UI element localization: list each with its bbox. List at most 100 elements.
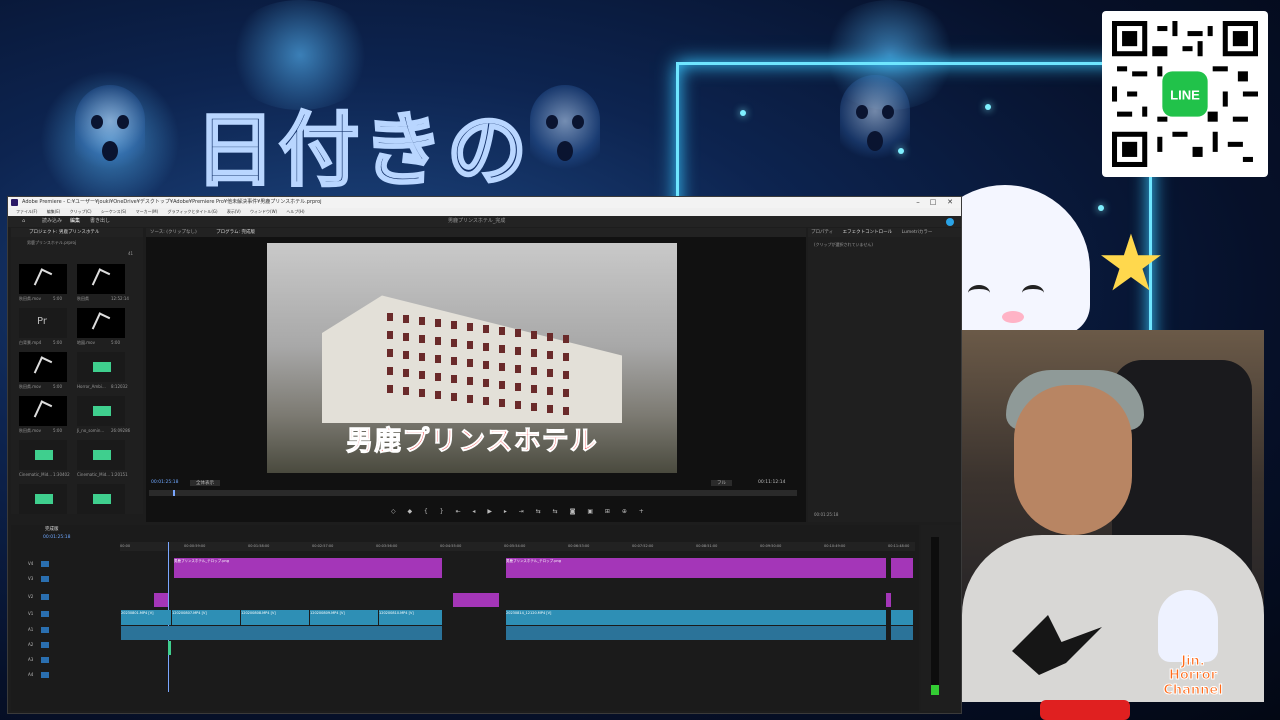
track-target-toggle[interactable] <box>41 642 50 648</box>
timeline-panel[interactable]: 完成版 00:01:25:18 00:00 00:00:59:00 00:01:58… <box>11 525 919 711</box>
building-window <box>419 371 425 379</box>
clip-v1-3[interactable]: 120200808.MP4 [V] <box>241 610 309 625</box>
effects-empty-message: (クリップが選択されていません) <box>814 242 873 247</box>
window-titlebar[interactable]: Adobe Premiere - C:¥ユーザー¥jouki¥OneDrive¥… <box>8 197 961 208</box>
clip-telop-1[interactable]: 男鹿プリンスホテル_テロップ.png <box>174 558 442 578</box>
project-item-thumbnail[interactable] <box>19 440 67 470</box>
project-panel[interactable]: プロジェクト: 男鹿プリンスホテル 男鹿プリンスホテル.prproj 41 秋田… <box>11 228 143 514</box>
clip-pink-strip[interactable] <box>154 593 168 607</box>
tab-import[interactable]: 読み込み <box>42 216 62 227</box>
building-window <box>435 391 441 399</box>
menu-file[interactable]: ファイル(F) <box>16 209 37 214</box>
menu-edit[interactable]: 編集(E) <box>47 209 61 214</box>
building-window <box>547 405 553 413</box>
tab-program[interactable]: プログラム: 完成版 <box>216 230 255 235</box>
track-header[interactable]: V1 <box>28 610 120 618</box>
project-item-duration: 26:09286 <box>111 428 131 433</box>
premiere-window[interactable]: Adobe Premiere - C:¥ユーザー¥jouki¥OneDrive¥… <box>7 196 962 714</box>
track-label: A3 <box>28 657 34 662</box>
menu-marker[interactable]: マーカー(M) <box>136 209 159 214</box>
building-window <box>451 357 457 365</box>
project-item-thumbnail[interactable] <box>77 396 125 426</box>
program-monitor[interactable]: ソース: (クリップなし) プログラム: 完成版 男鹿プリンスホテル 00:01… <box>146 228 806 522</box>
track-target-toggle[interactable] <box>41 657 50 663</box>
clip-a3-small[interactable] <box>168 641 171 655</box>
track-header[interactable]: A2 <box>28 641 120 649</box>
tab-export[interactable]: 書き出し <box>90 216 110 227</box>
timeline-ruler[interactable]: 00:00 00:00:59:00 00:01:58:00 00:02:57:00 00… <box>120 542 915 551</box>
track-target-toggle[interactable] <box>41 576 50 582</box>
track-header[interactable]: A1 <box>28 626 120 634</box>
building-window <box>563 407 569 415</box>
clip-v1-7[interactable] <box>891 610 913 625</box>
effects-timecode: 00:01:25:18 <box>814 512 839 517</box>
track-header[interactable]: V3 <box>28 575 120 583</box>
menu-help[interactable]: ヘルプ(H) <box>286 209 304 214</box>
tab-project[interactable]: プロジェクト: 男鹿プリンスホテル <box>29 230 99 235</box>
track-header[interactable]: V4 <box>28 560 120 568</box>
clip-a1-1[interactable] <box>121 626 442 640</box>
track-header[interactable]: A4 <box>28 671 120 679</box>
project-item-thumbnail[interactable] <box>77 484 125 514</box>
maximize-button[interactable]: □ <box>926 197 940 208</box>
project-item-thumbnail[interactable] <box>19 264 67 294</box>
close-button[interactable]: ✕ <box>943 197 957 208</box>
clip-pink-small[interactable] <box>891 558 913 578</box>
quality-dropdown[interactable]: フル <box>711 480 732 486</box>
tab-properties[interactable]: プロパティ <box>811 230 833 235</box>
tab-source[interactable]: ソース: (クリップなし) <box>150 230 197 235</box>
menu-sequence[interactable]: シーケンス(S) <box>101 209 126 214</box>
track-header[interactable]: A3 <box>28 656 120 664</box>
program-timecode[interactable]: 00:01:25:18 <box>151 480 178 485</box>
project-item-thumbnail[interactable]: Pr <box>19 308 67 338</box>
track-target-toggle[interactable] <box>41 594 50 600</box>
minimize-button[interactable]: – <box>911 197 925 208</box>
clip-a1-2[interactable] <box>506 626 886 640</box>
track-target-toggle[interactable] <box>41 672 50 678</box>
project-item-thumbnail[interactable] <box>77 264 125 294</box>
menu-clip[interactable]: クリップ(C) <box>70 209 92 214</box>
menu-window[interactable]: ウィンドウ(W) <box>250 209 277 214</box>
menu-graphics[interactable]: グラフィックとタイトル(G) <box>167 209 217 214</box>
clip-v1-1[interactable]: 20230801.MP4 [V] <box>121 610 171 625</box>
project-item-thumbnail[interactable] <box>19 484 67 514</box>
duration-timecode: 00:11:12:14 <box>758 480 786 485</box>
clip-v1-4[interactable]: 120200809.MP4 [V] <box>310 610 378 625</box>
menu-bar: ファイル(F) 編集(E) クリップ(C) シーケンス(S) マーカー(M) グ… <box>8 208 961 216</box>
clip-pink-strip[interactable] <box>886 593 891 607</box>
menu-view[interactable]: 表示(V) <box>227 209 241 214</box>
track-header[interactable]: V2 <box>28 593 120 601</box>
tab-edit[interactable]: 編集 <box>70 216 80 227</box>
scrub-playhead[interactable] <box>173 490 175 496</box>
youtube-icon <box>1040 700 1130 720</box>
clip-v1-5[interactable]: 120200810.MP4 [V] <box>379 610 442 625</box>
project-item-thumbnail[interactable] <box>77 352 125 382</box>
project-path: 男鹿プリンスホテル.prproj <box>27 240 77 245</box>
clip-v1-2[interactable]: 120200807.MP4 [V] <box>172 610 240 625</box>
project-item-thumbnail[interactable] <box>77 308 125 338</box>
timeline-timecode[interactable]: 00:01:25:18 <box>43 535 70 540</box>
track-label: V1 <box>28 611 34 616</box>
project-item-name: Ji_no_somin... <box>77 428 105 433</box>
tab-effect-controls[interactable]: エフェクトコントロール <box>843 230 893 235</box>
project-item-thumbnail[interactable] <box>19 352 67 382</box>
tab-sequence[interactable]: 完成版 <box>45 527 59 532</box>
account-icon[interactable] <box>946 218 954 226</box>
project-item-thumbnail[interactable] <box>19 396 67 426</box>
program-scrub-bar[interactable] <box>149 490 797 496</box>
track-target-toggle[interactable] <box>41 627 50 633</box>
clip-pink-strip[interactable] <box>453 593 499 607</box>
project-item-thumbnail[interactable] <box>77 440 125 470</box>
transport-controls[interactable]: ◇ ◆ { } ⇤ ◂ ▶ ▸ ⇥ ⇆ ⇆ ◙ ▣ ⊞ ⊕ + <box>391 508 649 515</box>
clip-telop-2[interactable]: 男鹿プリンスホテル_テロップ.png <box>506 558 886 578</box>
effect-controls-panel[interactable]: プロパティ エフェクトコントロール Lumetriカラー (クリップが選択されて… <box>808 228 961 522</box>
ruler-tick-label: 00:08:51:00 <box>696 544 718 548</box>
clip-a1-3[interactable] <box>891 626 913 640</box>
building-window <box>563 335 569 343</box>
track-target-toggle[interactable] <box>41 561 50 567</box>
home-icon[interactable]: ⌂ <box>22 216 25 227</box>
tab-lumetri[interactable]: Lumetriカラー <box>902 230 933 235</box>
track-target-toggle[interactable] <box>41 611 50 617</box>
fit-dropdown[interactable]: 全体表示 <box>190 480 220 486</box>
clip-v1-6[interactable]: 20230814_12120.MP4 [V] <box>506 610 886 625</box>
